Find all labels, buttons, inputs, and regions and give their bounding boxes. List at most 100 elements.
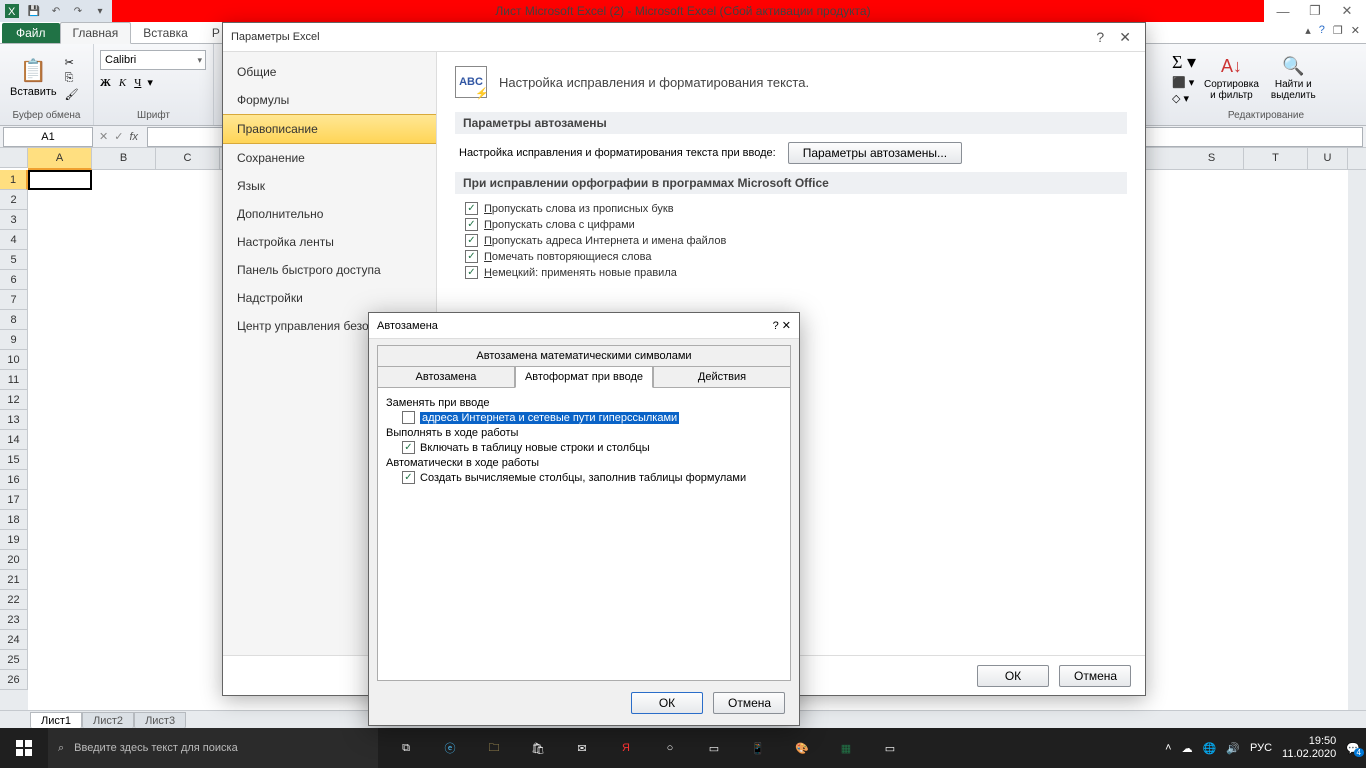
paste-button[interactable]: 📋 Вставить: [6, 56, 61, 100]
col-header-U[interactable]: U: [1308, 148, 1348, 170]
app2-icon[interactable]: ▭: [868, 728, 912, 768]
yandex-icon[interactable]: Я: [604, 728, 648, 768]
active-cell[interactable]: [28, 170, 92, 190]
qat-dropdown-icon[interactable]: ▾: [92, 3, 108, 19]
help-icon[interactable]: ?: [1319, 24, 1325, 37]
col-header-T[interactable]: T: [1244, 148, 1308, 170]
col-header-B[interactable]: B: [92, 148, 156, 170]
options-dialog-header[interactable]: Параметры Excel ? ✕: [223, 23, 1145, 51]
explorer-icon[interactable]: 🗀: [472, 728, 516, 768]
options-nav-item[interactable]: Язык: [223, 172, 436, 200]
fx-cancel-icon[interactable]: ✕: [99, 130, 108, 143]
row-header-7[interactable]: 7: [0, 290, 28, 310]
autocorrect-close-icon[interactable]: ✕: [782, 320, 791, 332]
check-calc-columns[interactable]: ✓: [402, 471, 415, 484]
lang-indicator[interactable]: РУС: [1250, 742, 1272, 754]
checkbox[interactable]: ✓: [465, 250, 478, 263]
cut-icon[interactable]: ✂: [65, 56, 79, 69]
row-header-22[interactable]: 22: [0, 590, 28, 610]
minimize-button[interactable]: ―: [1274, 4, 1292, 18]
minimize-ribbon-icon[interactable]: ▴: [1305, 24, 1311, 37]
checkbox[interactable]: ✓: [465, 202, 478, 215]
fill-icon[interactable]: ⬛ ▾: [1172, 76, 1196, 89]
copy-icon[interactable]: ⎘: [65, 72, 79, 85]
close-button[interactable]: ✕: [1338, 4, 1356, 18]
yandex-browser-icon[interactable]: ○: [648, 728, 692, 768]
check-hyperlinks-row[interactable]: адреса Интернета и сетевые пути гиперссы…: [402, 411, 782, 424]
autocorrect-help-icon[interactable]: ?: [773, 320, 779, 332]
checkbox[interactable]: ✓: [465, 234, 478, 247]
edge-icon[interactable]: ⓔ: [428, 728, 472, 768]
tab-autocorrect[interactable]: Автозамена: [377, 366, 515, 388]
excel-task-icon[interactable]: ▦: [824, 728, 868, 768]
bold-button[interactable]: Ж: [100, 77, 111, 89]
ribbon-close-icon[interactable]: ✕: [1351, 24, 1360, 37]
paint-icon[interactable]: 🎨: [780, 728, 824, 768]
options-help-icon[interactable]: ?: [1090, 27, 1110, 47]
underline-button[interactable]: Ч: [134, 77, 141, 89]
check-hyperlinks[interactable]: [402, 411, 415, 424]
tab-autoformat[interactable]: Автоформат при вводе: [515, 366, 653, 388]
row-header-12[interactable]: 12: [0, 390, 28, 410]
autocorrect-ok-button[interactable]: ОК: [631, 692, 703, 714]
row-header-11[interactable]: 11: [0, 370, 28, 390]
spell-check-row[interactable]: ✓Помечать повторяющиеся слова: [465, 250, 1117, 263]
vscroll[interactable]: [1348, 170, 1366, 710]
options-nav-item[interactable]: Надстройки: [223, 284, 436, 312]
autosum-icon[interactable]: Σ ▾: [1172, 52, 1196, 73]
italic-button[interactable]: К: [119, 77, 126, 89]
options-cancel-button[interactable]: Отмена: [1059, 665, 1131, 687]
check-calc-columns-row[interactable]: ✓ Создать вычисляемые столбцы, заполнив …: [402, 471, 782, 484]
redo-icon[interactable]: ↷: [70, 3, 86, 19]
sheet-tab-2[interactable]: Лист2: [82, 712, 134, 729]
fx-accept-icon[interactable]: ✓: [114, 130, 123, 143]
notifications-icon[interactable]: 💬4: [1346, 742, 1360, 755]
name-box[interactable]: [3, 127, 93, 147]
font-more-icon[interactable]: ▾: [147, 76, 153, 89]
cloud-icon[interactable]: ☁: [1182, 742, 1193, 755]
autocorrect-header[interactable]: Автозамена ? ✕: [369, 313, 799, 339]
col-header-A[interactable]: A: [28, 148, 92, 170]
col-header-C[interactable]: C: [156, 148, 220, 170]
find-select-button[interactable]: 🔍 Найти и выделить: [1267, 54, 1320, 103]
options-nav-item[interactable]: Панель быстрого доступа: [223, 256, 436, 284]
undo-icon[interactable]: ↶: [48, 3, 64, 19]
row-header-21[interactable]: 21: [0, 570, 28, 590]
options-ok-button[interactable]: ОК: [977, 665, 1049, 687]
sheet-tab-3[interactable]: Лист3: [134, 712, 186, 729]
row-header-19[interactable]: 19: [0, 530, 28, 550]
row-header-25[interactable]: 25: [0, 650, 28, 670]
row-header-8[interactable]: 8: [0, 310, 28, 330]
tab-math-autocorrect[interactable]: Автозамена математическими символами: [377, 345, 791, 367]
options-close-icon[interactable]: ✕: [1113, 27, 1137, 47]
check-include-rows[interactable]: ✓: [402, 441, 415, 454]
options-nav-item[interactable]: Формулы: [223, 86, 436, 114]
row-header-4[interactable]: 4: [0, 230, 28, 250]
fx-icon[interactable]: fx: [129, 131, 138, 143]
network-icon[interactable]: 🌐: [1203, 742, 1217, 755]
spell-check-row[interactable]: ✓Пропускать адреса Интернета и имена фай…: [465, 234, 1117, 247]
spell-check-row[interactable]: ✓Немецкий: применять новые правила: [465, 266, 1117, 279]
phone-icon[interactable]: 📱: [736, 728, 780, 768]
autocorrect-cancel-button[interactable]: Отмена: [713, 692, 785, 714]
row-header-6[interactable]: 6: [0, 270, 28, 290]
spell-check-row[interactable]: ✓Пропускать слова с цифрами: [465, 218, 1117, 231]
options-nav-item[interactable]: Настройка ленты: [223, 228, 436, 256]
options-nav-item[interactable]: Правописание: [223, 114, 436, 144]
font-name-combo[interactable]: Calibri: [100, 50, 206, 70]
row-header-26[interactable]: 26: [0, 670, 28, 690]
row-header-23[interactable]: 23: [0, 610, 28, 630]
save-icon[interactable]: 💾: [26, 3, 42, 19]
autocorrect-options-button[interactable]: Параметры автозамены...: [788, 142, 962, 164]
options-nav-item[interactable]: Сохранение: [223, 144, 436, 172]
check-include-rows-row[interactable]: ✓ Включать в таблицу новые строки и стол…: [402, 441, 782, 454]
row-header-16[interactable]: 16: [0, 470, 28, 490]
spell-check-row[interactable]: ✓Пропускать слова из прописных букв: [465, 202, 1117, 215]
sort-filter-button[interactable]: A↓ Сортировка и фильтр: [1200, 54, 1263, 103]
taskbar-search[interactable]: ⌕ Введите здесь текст для поиска: [48, 728, 378, 768]
tab-insert[interactable]: Вставка: [131, 23, 200, 43]
checkbox[interactable]: ✓: [465, 218, 478, 231]
clock[interactable]: 19:50 11.02.2020: [1282, 735, 1336, 761]
clear-icon[interactable]: ◇ ▾: [1172, 92, 1196, 105]
row-header-3[interactable]: 3: [0, 210, 28, 230]
